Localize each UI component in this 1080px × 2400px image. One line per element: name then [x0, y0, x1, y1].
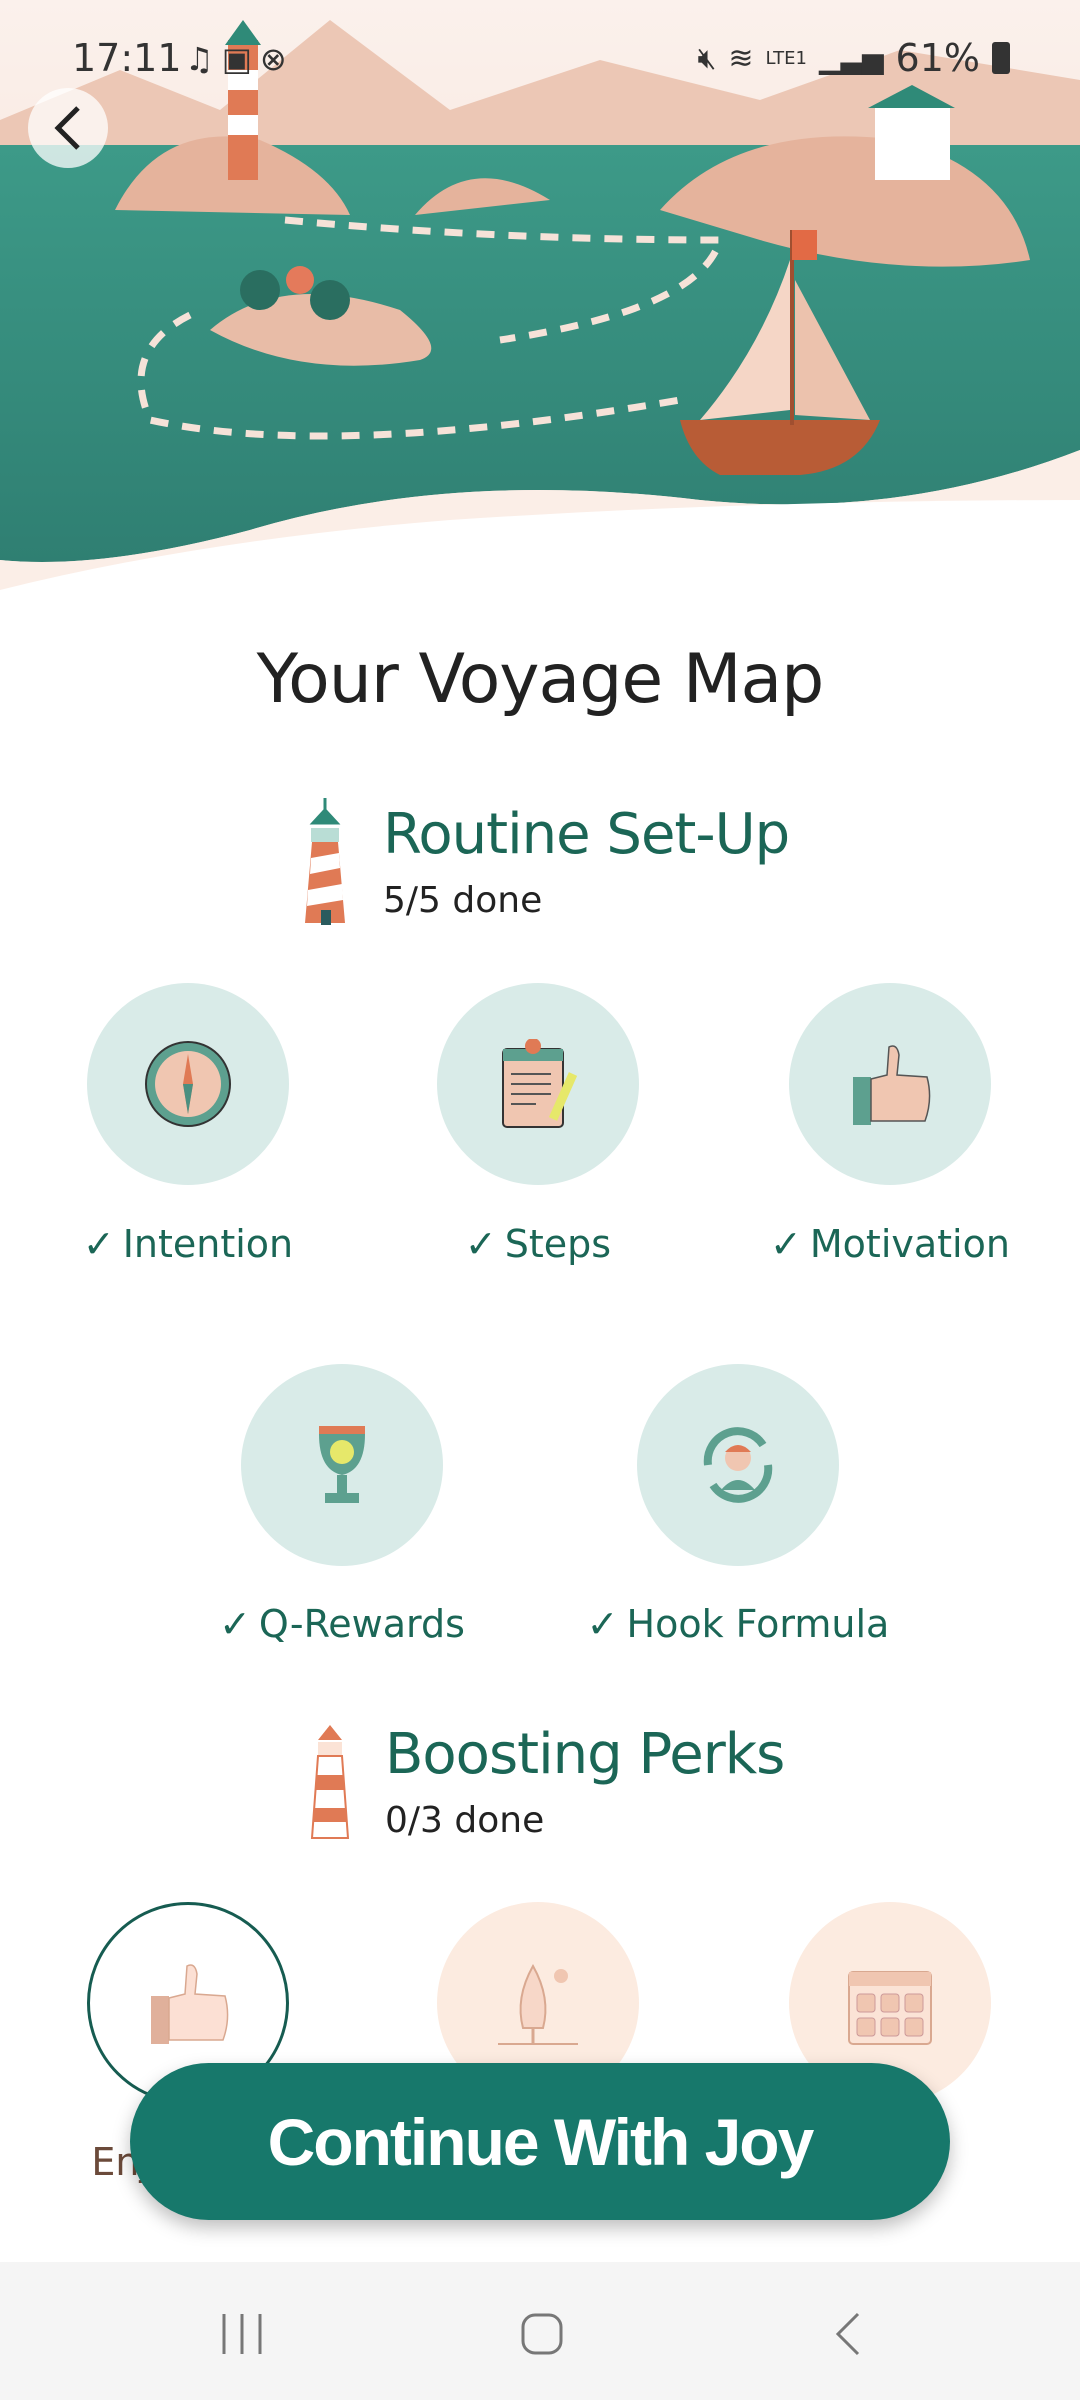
nav-back-button[interactable]: [832, 2312, 862, 2360]
tree-icon: [498, 1963, 578, 2045]
section-title: Routine Set-Up: [383, 802, 790, 867]
check-icon: ✓: [82, 1222, 115, 1266]
perk-label: Enj: [91, 2140, 150, 2184]
step-label-text: Steps: [504, 1222, 612, 1266]
lighthouse-icon: [305, 798, 345, 925]
back-icon: [835, 2312, 860, 2356]
step-label: ✓ Hook Formula: [568, 1602, 908, 1646]
thumbs-up-icon: [151, 1964, 229, 2044]
page-title: Your Voyage Map: [256, 640, 825, 719]
back-button[interactable]: [28, 88, 108, 168]
thumbs-up-icon: [853, 1045, 931, 1125]
lighthouse-icon: [310, 1725, 350, 1839]
person-cycle-icon: [703, 1427, 773, 1503]
continue-button[interactable]: Continue With Joy: [130, 2063, 950, 2220]
trophy-icon: [319, 1426, 365, 1503]
step-label: ✓ Steps: [368, 1222, 708, 1266]
notification-icons: ♫ ▣ ⊗: [185, 40, 287, 78]
wifi-icon: ≋: [728, 40, 754, 76]
signal-icon: ▁▃▅: [818, 41, 884, 75]
section-title: Boosting Perks: [385, 1722, 785, 1787]
check-icon: ✓: [464, 1222, 497, 1266]
clipboard-icon: [502, 1039, 578, 1128]
home-icon: [521, 2313, 563, 2355]
step-label-text: Hook Formula: [626, 1602, 890, 1646]
step-label: ✓ Intention: [18, 1222, 358, 1266]
voyage-illustration: [0, 0, 1080, 640]
battery-percent: 61%: [895, 36, 980, 80]
chevron-left-icon: [54, 106, 80, 150]
step-q-rewards[interactable]: [241, 1364, 443, 1566]
step-motivation[interactable]: [789, 983, 991, 1185]
music-icon: ♫: [185, 40, 214, 78]
mute-icon: 🔇︎: [697, 40, 717, 76]
system-icons: 🔇︎ ≋ LTE1 ▁▃▅ 61%: [697, 36, 1010, 80]
recents-icon: [222, 2314, 262, 2354]
check-icon: ✓: [219, 1602, 251, 1646]
recent-apps-button[interactable]: [220, 2312, 264, 2360]
image-icon: ▣: [221, 40, 252, 78]
network-label: LTE1: [765, 47, 807, 69]
calendar-icon: [848, 1971, 932, 2045]
step-label: ✓ Q-Rewards: [172, 1602, 512, 1646]
check-icon: ✓: [770, 1222, 802, 1266]
status-time: 17:11: [72, 36, 182, 80]
battery-icon: [992, 42, 1010, 74]
compass-icon: [145, 1041, 231, 1127]
check-icon: ✓: [586, 1602, 619, 1646]
section-progress: 0/3 done: [385, 1800, 545, 1841]
step-label-text: Q-Rewards: [258, 1602, 465, 1646]
step-intention[interactable]: [87, 983, 289, 1185]
blocked-icon: ⊗: [259, 40, 287, 78]
step-label-text: Intention: [122, 1222, 294, 1266]
step-label: ✓ Motivation: [720, 1222, 1060, 1266]
system-nav-bar: [0, 2262, 1080, 2400]
home-button[interactable]: [520, 2312, 564, 2360]
step-hook-formula[interactable]: [637, 1364, 839, 1566]
section-progress: 5/5 done: [383, 880, 543, 921]
step-steps[interactable]: [437, 983, 639, 1185]
status-bar: 17:11 ♫ ▣ ⊗ 🔇︎ ≋ LTE1 ▁▃▅ 61%: [0, 36, 1080, 86]
step-label-text: Motivation: [809, 1222, 1010, 1266]
